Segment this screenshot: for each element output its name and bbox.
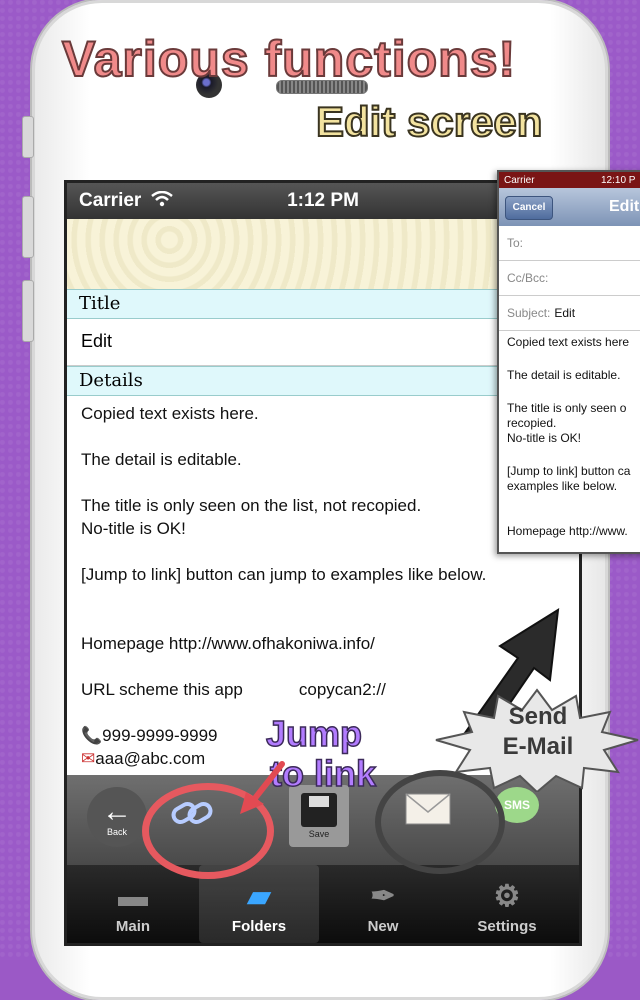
details-line: No-title is OK! — [81, 519, 186, 538]
save-button[interactable]: Save — [289, 785, 349, 847]
email-nav-bar: Cancel Edit — [499, 188, 640, 226]
email-body-line: The detail is editable. — [507, 368, 621, 382]
email-body-line: [Jump to link] button ca — [507, 464, 631, 478]
email-carrier: Carrier — [504, 174, 535, 186]
email-body-line: recopied. — [507, 416, 557, 430]
promo-headline: Various functions! — [61, 30, 517, 88]
email-cc-label: Cc/Bcc: — [507, 271, 549, 285]
email-to-field[interactable]: To: — [499, 226, 640, 261]
email-body-line: No-title is OK! — [507, 431, 582, 445]
email-body[interactable]: Copied text exists here The detail is ed… — [499, 331, 640, 552]
email-title: Edit — [609, 198, 640, 215]
gear-icon: ⚙ — [493, 880, 521, 913]
tab-label: Main — [115, 918, 151, 935]
tab-new[interactable]: ✒ New — [323, 865, 443, 943]
tab-label: Settings — [477, 918, 537, 935]
phone-mute-switch — [22, 116, 34, 158]
email-to-label: To: — [507, 236, 524, 250]
page-icon: ▬ — [118, 880, 148, 913]
details-line: The title is only seen on the list, not … — [81, 496, 422, 515]
send-email-callout: Send E-Mail — [478, 702, 598, 762]
highlight-circle-dark — [375, 770, 505, 874]
red-arrow-icon — [240, 761, 285, 814]
floppy-disk-icon — [301, 793, 337, 827]
back-button[interactable]: ← Back — [87, 787, 147, 847]
send-label-line1: Send — [508, 703, 568, 730]
details-line: Copied text exists here. — [81, 404, 259, 423]
email-cc-field[interactable]: Cc/Bcc: — [499, 261, 640, 296]
email-body-line: examples like below. — [507, 479, 618, 493]
save-label: Save — [308, 829, 330, 839]
jump-label-line1: Jump — [265, 713, 363, 755]
send-label-line2: E-Mail — [502, 733, 574, 760]
details-line: aaa@abc.com — [95, 749, 206, 768]
email-cancel-button[interactable]: Cancel — [505, 196, 553, 220]
phone-volume-down — [22, 280, 34, 342]
details-line: The detail is editable. — [81, 450, 242, 469]
email-subject-field[interactable]: Subject: Edit — [499, 296, 640, 331]
details-line: copycan2:// — [298, 680, 386, 699]
details-line: URL scheme this app — [81, 680, 243, 699]
details-line: [Jump to link] button can jump to exampl… — [81, 565, 487, 584]
tab-label: Folders — [231, 918, 287, 935]
email-compose-preview: Carrier 12:10 P Cancel Edit To: Cc/Bcc: … — [497, 170, 640, 554]
phone-icon: 📞 — [81, 726, 103, 745]
email-body-line: The title is only seen o — [507, 401, 627, 415]
tab-label: New — [367, 918, 399, 935]
back-arrow-icon: ← — [102, 795, 132, 828]
email-time: 12:10 P — [601, 174, 636, 186]
tab-settings[interactable]: ⚙ Settings — [447, 865, 567, 943]
tab-bar: ▬ Main ▰ Folders ✒ New ⚙ Settings — [67, 865, 579, 943]
email-subject-value: Edit — [554, 306, 576, 320]
quill-icon: ✒ — [370, 880, 396, 913]
tab-main[interactable]: ▬ Main — [73, 865, 193, 943]
email-status-bar: Carrier 12:10 P — [499, 172, 640, 188]
sms-label: SMS — [503, 798, 530, 812]
phone-volume-up — [22, 196, 34, 258]
email-body-line: Homepage http://www. — [507, 524, 628, 538]
promo-subheadline: Edit screen — [315, 97, 543, 146]
details-line: 999-9999-9999 — [102, 726, 218, 745]
mailbox-icon: ✉ — [81, 749, 96, 768]
back-label: Back — [106, 827, 127, 837]
folder-icon: ▰ — [247, 880, 271, 913]
email-subject-label: Subject: — [507, 306, 551, 320]
email-body-line: Copied text exists here — [507, 335, 630, 349]
